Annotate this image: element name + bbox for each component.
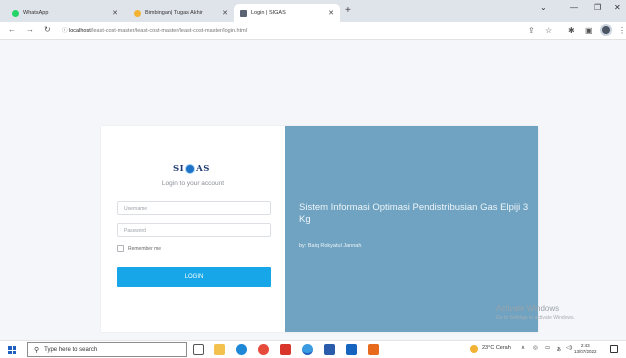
pdf-app-icon[interactable] [280, 344, 291, 355]
info-icon[interactable]: ⓘ [62, 28, 69, 34]
profile-avatar[interactable] [600, 24, 612, 36]
xampp-icon[interactable] [368, 344, 379, 355]
extensions-icon[interactable]: ✱ [568, 26, 575, 35]
tab-label: Bimbingan| Tugas Akhir [145, 10, 203, 16]
forward-icon[interactable]: → [26, 25, 34, 34]
hero-panel: Sistem Informasi Optimasi Pendistribusia… [285, 126, 538, 332]
whatsapp-icon [12, 9, 19, 17]
search-icon: ⚲ [34, 346, 40, 354]
search-placeholder: Type here to search [44, 346, 98, 353]
tab-bimbingan[interactable]: Bimbingan| Tugas Akhir ✕ [128, 4, 234, 22]
maximize-icon[interactable]: ❐ [594, 3, 601, 12]
tab-login-sigas[interactable]: Login | SIGAS ✕ [234, 4, 340, 22]
new-tab-icon[interactable]: + [345, 5, 351, 16]
share-icon[interactable]: ⇪ [528, 26, 535, 35]
volume-icon[interactable]: ◁) [566, 345, 572, 351]
reload-icon[interactable]: ↻ [44, 25, 51, 34]
window-close-icon[interactable]: ✕ [614, 3, 621, 12]
bimbingan-icon [134, 9, 141, 17]
login-panel: SI AS Login to your account Username Pas… [101, 126, 285, 332]
weather-icon[interactable] [470, 345, 478, 353]
clock-date: 13/07/2022 [574, 349, 597, 354]
minimize-icon[interactable]: — [570, 3, 578, 12]
url-host: localhost [69, 28, 91, 34]
tab-search-icon[interactable]: ⌄ [540, 3, 547, 12]
gas-icon [185, 164, 196, 174]
tray-chevron-icon[interactable]: ∧ [521, 345, 525, 351]
close-icon[interactable]: ✕ [328, 9, 334, 17]
activate-windows-subtitle: Go to Settings to activate Windows. [496, 315, 575, 321]
menu-icon[interactable]: ⋮ [618, 26, 626, 35]
password-input[interactable]: Password [117, 223, 271, 237]
file-explorer-icon[interactable] [214, 344, 225, 355]
battery-icon[interactable]: ▭ [545, 345, 550, 351]
logo-text-left: SI [173, 164, 185, 174]
tab-label: WhatsApp [23, 10, 49, 16]
chrome-active-icon[interactable] [302, 344, 313, 355]
sidepanel-icon[interactable]: ▣ [585, 26, 593, 35]
sigas-page-icon [240, 9, 247, 17]
page-viewport: SI AS Login to your account Username Pas… [0, 40, 626, 340]
url-path: /least-cost-master/least-cost-master/lea… [90, 28, 247, 34]
edge-icon[interactable] [236, 344, 247, 355]
remember-label: Remember me [128, 245, 162, 252]
address-bar: ← → ↻ ⓘ localhost/least-cost-master/leas… [0, 22, 626, 40]
ime-icon[interactable]: ぁ [556, 345, 562, 353]
task-view-icon[interactable] [193, 344, 204, 355]
browser-tab-strip: WhatsApp ✕ Bimbingan| Tugas Akhir ✕ Logi… [0, 0, 626, 22]
url-field[interactable]: ⓘ localhost/least-cost-master/least-cost… [62, 26, 247, 34]
remember-checkbox[interactable] [117, 245, 124, 252]
network-icon[interactable]: ◎ [533, 345, 538, 351]
weather-text[interactable]: 23°C Cerah [482, 345, 511, 351]
close-icon[interactable]: ✕ [222, 9, 228, 17]
notification-icon[interactable] [610, 345, 618, 353]
activate-windows-title: Activate Windows [496, 304, 560, 313]
username-input[interactable]: Username [117, 201, 271, 215]
chrome-icon[interactable] [258, 344, 269, 355]
sigas-logo: SI AS [173, 164, 210, 174]
remember-me[interactable]: Remember me [117, 245, 161, 252]
hero-title: Sistem Informasi Optimasi Pendistribusia… [299, 202, 529, 225]
app-icon[interactable] [346, 344, 357, 355]
login-button[interactable]: LOGIN [117, 267, 271, 287]
taskbar: ⚲ Type here to search 23°C Cerah ∧ ◎ ▭ ぁ… [0, 340, 626, 358]
back-icon[interactable]: ← [8, 25, 16, 34]
tab-whatsapp[interactable]: WhatsApp ✕ [6, 4, 124, 22]
bookmark-star-icon[interactable]: ☆ [545, 26, 552, 35]
clock[interactable]: 2:43 13/07/2022 [574, 343, 597, 355]
close-icon[interactable]: ✕ [112, 9, 118, 17]
hero-byline: by: Baiq Rokyatul Jannah [299, 243, 362, 249]
tab-label: Login | SIGAS [251, 10, 286, 16]
word-icon[interactable] [324, 344, 335, 355]
login-card: SI AS Login to your account Username Pas… [101, 126, 538, 332]
taskbar-search[interactable]: ⚲ Type here to search [27, 342, 187, 357]
logo-text-right: AS [196, 164, 210, 174]
windows-start-icon[interactable] [8, 346, 16, 354]
login-subtitle: Login to your account [161, 180, 225, 187]
